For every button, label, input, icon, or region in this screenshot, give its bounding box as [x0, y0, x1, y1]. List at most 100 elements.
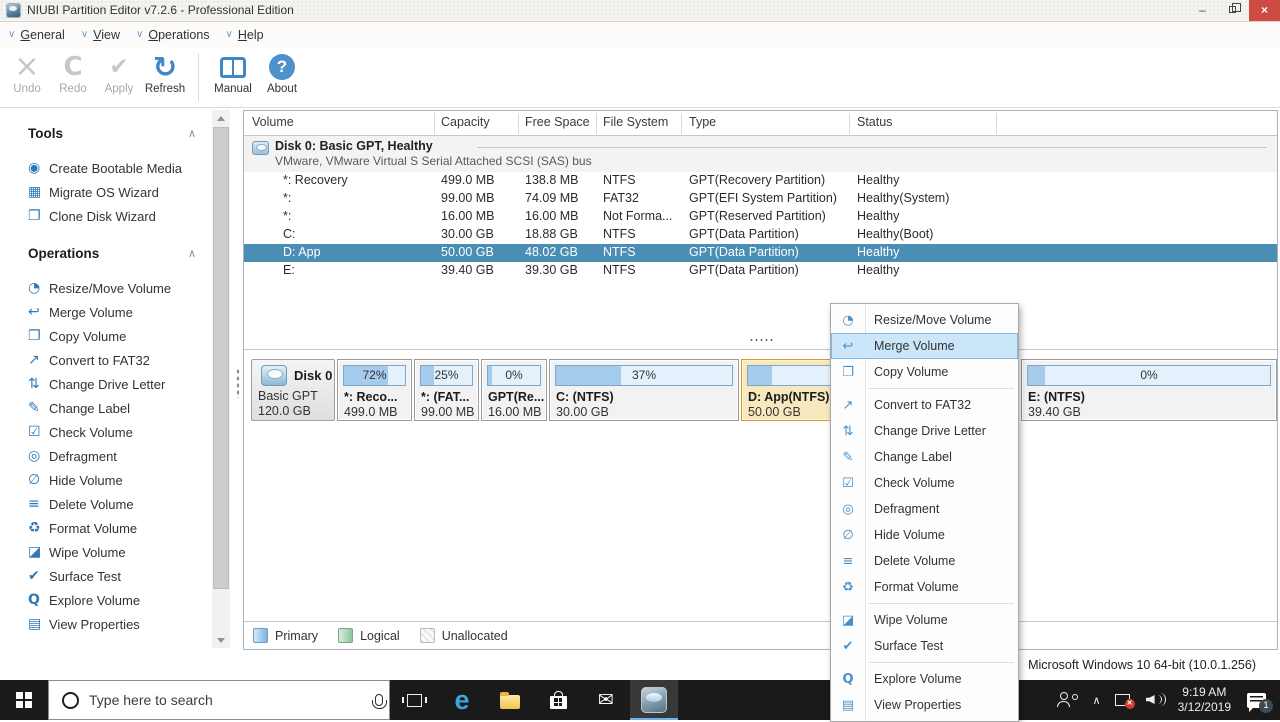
diskmap-partition-reserved[interactable]: 0% GPT(Re... 16.00 MB — [481, 359, 547, 421]
tray-expand-chevron-icon[interactable]: ∧ — [1093, 694, 1101, 707]
collapse-chevron-icon[interactable]: ∧ — [188, 242, 196, 266]
sidebar-item-change-drive-letter[interactable]: ⇅ Change Drive Letter — [0, 372, 242, 396]
diskmap-partition-e[interactable]: 0% E: (NTFS) 39.40 GB — [1021, 359, 1277, 421]
niubi-taskbar-button[interactable] — [630, 680, 678, 720]
sidebar-item-surface-test[interactable]: ✔ Surface Test — [0, 564, 242, 588]
scroll-down-arrow[interactable] — [212, 632, 230, 648]
table-row-d-selected[interactable]: D: App 50.00 GB 48.02 GB NTFS GPT(Data P… — [244, 244, 1277, 262]
column-header-file-system[interactable]: File System — [603, 115, 668, 129]
table-row-recovery[interactable]: *: Recovery 499.0 MB 138.8 MB NTFS GPT(R… — [244, 172, 1277, 190]
context-item-convert-to-fat32[interactable]: ↗ Convert to FAT32 — [831, 392, 1018, 418]
column-header-type[interactable]: Type — [689, 115, 716, 129]
sidebar-item-create-bootable-media[interactable]: ◉ Create Bootable Media — [0, 156, 242, 180]
start-button[interactable] — [0, 680, 48, 720]
restore-button[interactable] — [1218, 0, 1249, 21]
column-header-free-space[interactable]: Free Space — [525, 115, 590, 129]
context-item-copy-volume[interactable]: ❐ Copy Volume — [831, 359, 1018, 385]
toolbar-separator — [198, 53, 199, 101]
speaker-icon[interactable] — [1146, 693, 1164, 707]
sidebar-item-explore-volume[interactable]: Q Explore Volume — [0, 588, 242, 612]
context-item-merge-volume[interactable]: ↩ Merge Volume — [831, 333, 1018, 359]
diskmap-partition-c[interactable]: 37% C: (NTFS) 30.00 GB — [549, 359, 739, 421]
diskmap-partition-efi[interactable]: 25% *: (FAT... 99.00 MB — [414, 359, 479, 421]
context-item-defragment[interactable]: ◎ Defragment — [831, 496, 1018, 522]
search-input[interactable] — [89, 692, 375, 708]
context-item-delete-volume[interactable]: ≡ Delete Volume — [831, 548, 1018, 574]
sidebar-item-clone-disk-wizard[interactable]: ❐ Clone Disk Wizard — [0, 204, 242, 228]
table-row-c[interactable]: C: 30.00 GB 18.88 GB NTFS GPT(Data Parti… — [244, 226, 1277, 244]
minimize-button[interactable]: – — [1187, 0, 1218, 21]
context-item-format-volume[interactable]: ♻ Format Volume — [831, 574, 1018, 600]
column-header-status[interactable]: Status — [857, 115, 892, 129]
mail-button[interactable]: ✉ — [582, 680, 630, 720]
diskmap-partition-recovery[interactable]: 72% *: Reco... 499.0 MB — [337, 359, 412, 421]
context-item-change-drive-letter[interactable]: ⇅ Change Drive Letter — [831, 418, 1018, 444]
taskbar-search[interactable] — [48, 680, 390, 720]
sidebar-item-delete-volume[interactable]: ≡ Delete Volume — [0, 492, 242, 516]
tools-section-header[interactable]: Tools ∧ — [0, 122, 242, 148]
refresh-button[interactable]: ↻ Refresh — [142, 47, 188, 107]
context-item-wipe-volume[interactable]: ◪ Wipe Volume — [831, 607, 1018, 633]
sidebar-item-merge-volume[interactable]: ↩ Merge Volume — [0, 300, 242, 324]
sidebar-item-format-volume[interactable]: ♻ Format Volume — [0, 516, 242, 540]
menu-operations[interactable]: ∨ Operations — [136, 28, 210, 42]
column-divider[interactable] — [849, 113, 850, 134]
column-divider[interactable] — [681, 113, 682, 134]
network-icon[interactable]: ✕ — [1115, 694, 1130, 706]
task-view-button[interactable] — [390, 680, 438, 720]
microphone-icon[interactable] — [375, 694, 383, 706]
sidebar-item-resize-move-volume[interactable]: ◔ Resize/Move Volume — [0, 276, 242, 300]
sidebar-item-hide-volume[interactable]: ∅ Hide Volume — [0, 468, 242, 492]
menu-general[interactable]: ∨ General — [8, 28, 65, 42]
store-button[interactable] — [534, 680, 582, 720]
column-header-capacity[interactable]: Capacity — [441, 115, 490, 129]
resize-move-icon: ◔ — [28, 280, 49, 296]
manual-button[interactable]: Manual — [207, 47, 259, 107]
undo-button[interactable]: × Undo — [4, 47, 50, 107]
scrollbar-thumb[interactable] — [213, 127, 229, 589]
operations-section-header[interactable]: Operations ∧ — [0, 242, 242, 268]
column-divider[interactable] — [596, 113, 597, 134]
context-item-hide-volume[interactable]: ∅ Hide Volume — [831, 522, 1018, 548]
table-row-efi[interactable]: *: 99.00 MB 74.09 MB FAT32 GPT(EFI Syste… — [244, 190, 1277, 208]
context-item-surface-test[interactable]: ✔ Surface Test — [831, 633, 1018, 659]
about-button[interactable]: ? About — [259, 47, 305, 107]
disk-group-row[interactable]: Disk 0: Basic GPT, Healthy VMware, VMwar… — [244, 136, 1277, 172]
context-item-change-label[interactable]: ✎ Change Label — [831, 444, 1018, 470]
context-item-explore-volume[interactable]: Q Explore Volume — [831, 666, 1018, 692]
sidebar-item-convert-to-fat32[interactable]: ↗ Convert to FAT32 — [0, 348, 242, 372]
sidebar-item-view-properties[interactable]: ▤ View Properties — [0, 612, 242, 636]
edge-button[interactable]: e — [438, 680, 486, 720]
taskbar-clock[interactable]: 9:19 AM 3/12/2019 — [1178, 685, 1231, 715]
scroll-up-arrow[interactable] — [212, 110, 230, 126]
menu-help[interactable]: ∨ Help — [226, 28, 264, 42]
context-item-resize-move-volume[interactable]: ◔ Resize/Move Volume — [831, 307, 1018, 333]
column-header-volume[interactable]: Volume — [252, 115, 294, 129]
file-explorer-button[interactable] — [486, 680, 534, 720]
close-button[interactable]: × — [1249, 0, 1280, 21]
context-item-check-volume[interactable]: ☑ Check Volume — [831, 470, 1018, 496]
pane-splitter-handle[interactable] — [749, 338, 775, 342]
action-center-icon[interactable]: 1 — [1247, 693, 1266, 708]
collapse-chevron-icon[interactable]: ∧ — [188, 122, 196, 146]
sidebar-item-migrate-os-wizard[interactable]: ▦ Migrate OS Wizard — [0, 180, 242, 204]
apply-button[interactable]: ✔ Apply — [96, 47, 142, 107]
menu-view[interactable]: ∨ View — [81, 28, 120, 42]
sidebar-item-copy-volume[interactable]: ❐ Copy Volume — [0, 324, 242, 348]
sidebar-item-check-volume[interactable]: ☑ Check Volume — [0, 420, 242, 444]
sidebar-item-defragment[interactable]: ◎ Defragment — [0, 444, 242, 468]
pane-splitter-grip[interactable] — [236, 368, 240, 398]
table-row-reserved[interactable]: *: 16.00 MB 16.00 MB Not Forma... GPT(Re… — [244, 208, 1277, 226]
table-row-e[interactable]: E: 39.40 GB 39.30 GB NTFS GPT(Data Parti… — [244, 262, 1277, 280]
people-icon[interactable] — [1057, 692, 1079, 708]
sidebar-item-wipe-volume[interactable]: ◪ Wipe Volume — [0, 540, 242, 564]
column-divider[interactable] — [434, 113, 435, 134]
check-volume-icon: ☑ — [28, 424, 49, 440]
sidebar-item-change-label[interactable]: ✎ Change Label — [0, 396, 242, 420]
diskmap-disk-block[interactable]: Disk 0 Basic GPT 120.0 GB — [251, 359, 335, 421]
column-divider[interactable] — [518, 113, 519, 134]
context-item-view-properties[interactable]: ▤ View Properties — [831, 692, 1018, 718]
sidebar-scrollbar[interactable] — [212, 110, 230, 648]
redo-button[interactable]: C Redo — [50, 47, 96, 107]
column-divider[interactable] — [996, 113, 997, 134]
